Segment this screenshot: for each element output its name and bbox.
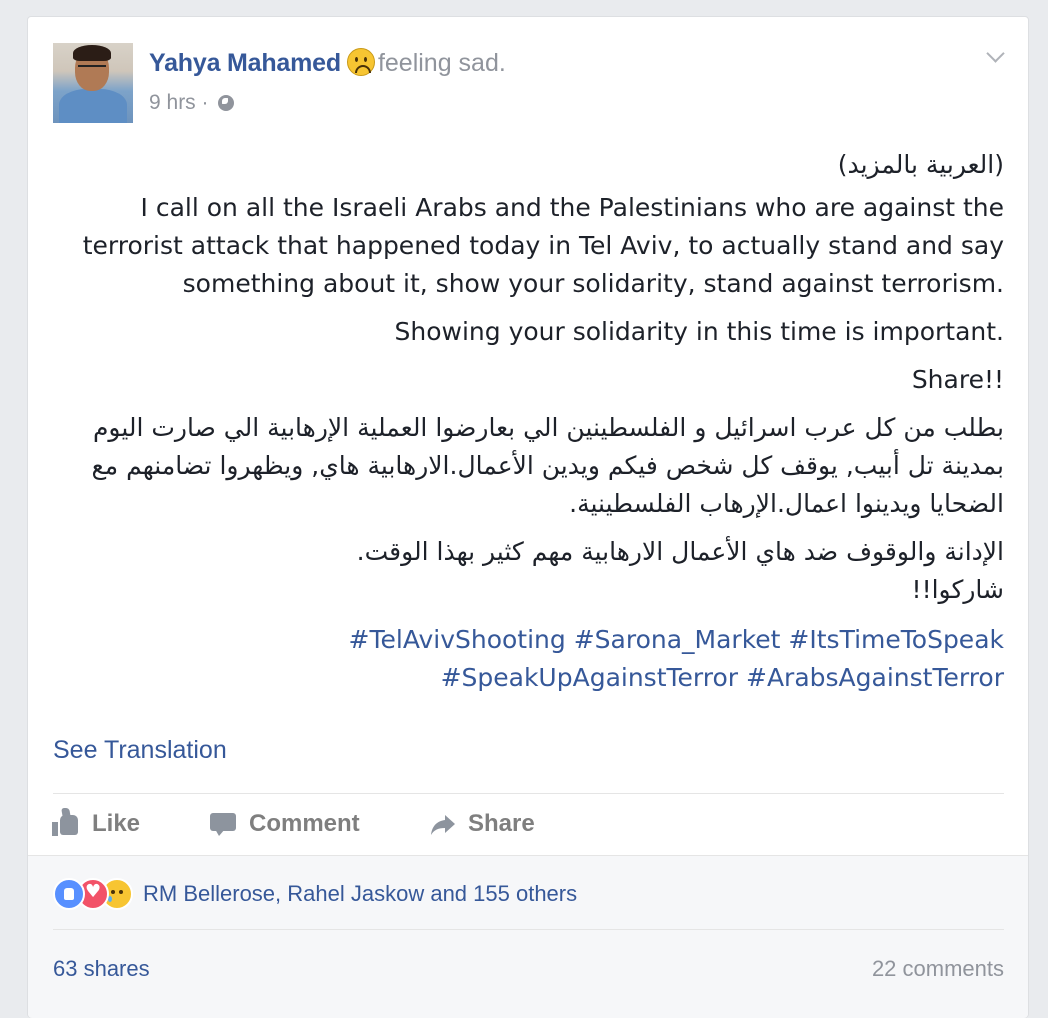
comment-icon: [209, 811, 237, 837]
reactions-summary[interactable]: RM Bellerose, Rahel Jaskow and 155 other…: [53, 877, 577, 911]
sad-face-icon: [346, 48, 375, 76]
reactions-text[interactable]: RM Bellerose, Rahel Jaskow and 155 other…: [143, 881, 577, 907]
author-avatar[interactable]: [53, 43, 133, 123]
post-timestamp[interactable]: 9 hrs: [149, 91, 196, 114]
comments-count-link[interactable]: 22 comments: [872, 952, 1004, 986]
hashtags-line-1[interactable]: #TelAvivShooting #Sarona_Market #ItsTime…: [50, 621, 1004, 659]
actions-divider: [53, 793, 1004, 794]
comment-button[interactable]: Comment: [209, 807, 360, 841]
post-body: (العربية بالمزيد) I call on all the Isra…: [50, 147, 1004, 697]
share-button[interactable]: Share: [428, 807, 535, 841]
arabic-heading: (العربية بالمزيد): [837, 150, 1004, 179]
stats-divider: [53, 929, 1004, 930]
globe-icon[interactable]: [218, 95, 235, 111]
like-reaction-icon: [53, 878, 85, 910]
arabic-line-3: شاركوا!!: [911, 575, 1004, 604]
hashtags-line-2[interactable]: #SpeakUpAgainstTerror #ArabsAgainstTerro…: [50, 659, 1004, 697]
post-card: Yahya Mahamed feeling sad. 9 hrs · (العرب…: [27, 16, 1029, 1018]
like-icon: [52, 811, 80, 837]
like-label: Like: [92, 810, 141, 837]
like-button[interactable]: Like: [52, 807, 140, 841]
see-translation-link[interactable]: See Translation: [53, 733, 227, 767]
shares-count-link[interactable]: 63 shares: [53, 952, 150, 986]
author-name-link[interactable]: Yahya Mahamed: [149, 49, 341, 77]
comment-label: Comment: [249, 810, 360, 837]
share-arrow-icon: [428, 811, 456, 837]
arabic-paragraph: بطلب من كل عرب اسرائيل و الفلسطينين الي …: [91, 413, 1005, 518]
chevron-down-icon[interactable]: [986, 44, 1005, 63]
english-line-2: Showing your solidarity in this time is …: [394, 317, 1005, 346]
meta-separator: ·: [201, 91, 209, 114]
english-line-3: Share!!: [911, 365, 1004, 394]
english-paragraph: I call on all the Israeli Arabs and the …: [82, 193, 1004, 298]
arabic-line-2: الإدانة والوقوف ضد هاي الأعمال الارهابية…: [356, 537, 1004, 566]
post-header: Yahya Mahamed feeling sad.: [149, 46, 506, 80]
feeling-text: feeling sad.: [377, 49, 506, 77]
share-label: Share: [468, 810, 535, 837]
post-meta: 9 hrs ·: [149, 89, 235, 117]
